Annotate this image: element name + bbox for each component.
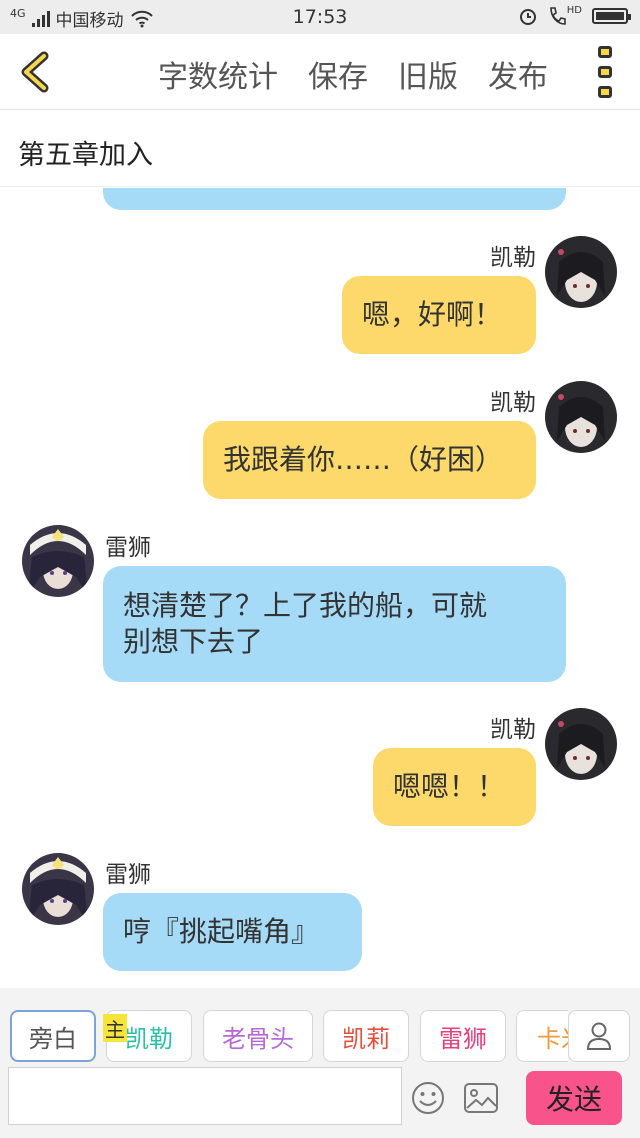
more-menu-icon[interactable] bbox=[598, 46, 614, 98]
battery-icon bbox=[592, 8, 631, 24]
editor-toolbar: 字数统计 保存 旧版 发布 bbox=[0, 34, 640, 110]
chip-label: 凯莉 bbox=[342, 1024, 390, 1053]
alarm-icon bbox=[519, 9, 536, 25]
save-button[interactable]: 保存 bbox=[308, 52, 368, 96]
message-bubble[interactable]: 嗯嗯！！ bbox=[373, 748, 536, 826]
main-character-tag: 主 bbox=[103, 1014, 127, 1042]
message-bubble-partial[interactable] bbox=[103, 188, 566, 210]
message-text: 我跟着你……（好困） bbox=[223, 443, 504, 476]
speaker-name: 凯勒 bbox=[490, 717, 536, 743]
message-text-line: 别想下去了 bbox=[123, 625, 264, 658]
phone-icon bbox=[549, 7, 566, 25]
chapter-title-bar: 第五章加入 bbox=[0, 111, 640, 187]
character-manage-button[interactable] bbox=[568, 1010, 630, 1062]
avatar-kaile[interactable] bbox=[545, 381, 617, 453]
message-bubble[interactable]: 我跟着你……（好困） bbox=[203, 421, 536, 499]
hd-badge: HD bbox=[566, 4, 582, 16]
speaker-name: 雷狮 bbox=[105, 862, 151, 888]
person-icon bbox=[586, 1022, 612, 1050]
send-button[interactable]: 发送 bbox=[526, 1071, 622, 1125]
avatar-leishi[interactable] bbox=[22, 853, 94, 925]
message-bubble[interactable]: 哼『挑起嘴角』 bbox=[103, 893, 362, 971]
speaker-name: 雷狮 bbox=[105, 535, 151, 561]
word-count-button[interactable]: 字数统计 bbox=[158, 52, 278, 96]
chip-label: 卡米 bbox=[537, 1024, 568, 1053]
message-bubble[interactable]: 想清楚了？上了我的船，可就 别想下去了 bbox=[103, 566, 566, 682]
back-icon[interactable] bbox=[14, 50, 58, 94]
message-text: 嗯，好啊！ bbox=[362, 298, 503, 331]
chip-label: 老骨头 bbox=[222, 1024, 294, 1053]
speaker-name: 凯勒 bbox=[490, 390, 536, 416]
message-text: 嗯嗯！！ bbox=[393, 770, 506, 803]
character-chip-kaili[interactable]: 凯莉 bbox=[323, 1010, 409, 1062]
status-bar: 4G 中国移动 17:53 HD bbox=[0, 0, 640, 34]
chip-label: 凯勒 bbox=[125, 1024, 173, 1053]
chat-area[interactable]: 凯勒 嗯，好啊！ 凯勒 我跟着你……（好困） 雷狮 想清楚了？上了我的船，可就 … bbox=[0, 188, 640, 988]
chip-label: 旁白 bbox=[29, 1024, 77, 1053]
avatar-kaile[interactable] bbox=[545, 236, 617, 308]
speaker-name: 凯勒 bbox=[490, 245, 536, 271]
message-bubble[interactable]: 嗯，好啊！ bbox=[342, 276, 536, 354]
avatar-kaile[interactable] bbox=[545, 708, 617, 780]
avatar-leishi[interactable] bbox=[22, 525, 94, 597]
publish-button[interactable]: 发布 bbox=[488, 52, 548, 96]
character-chip-laogutou[interactable]: 老骨头 bbox=[203, 1010, 313, 1062]
image-icon[interactable] bbox=[463, 1082, 499, 1114]
chapter-title: 第五章加入 bbox=[18, 140, 153, 171]
composer-panel: 旁白 凯勒 主 老骨头 凯莉 雷狮 卡米 发送 bbox=[0, 988, 640, 1138]
message-text-line: 想清楚了？上了我的船，可就 bbox=[123, 589, 488, 622]
chip-label: 雷狮 bbox=[439, 1024, 487, 1053]
old-version-button[interactable]: 旧版 bbox=[398, 52, 458, 96]
emoji-icon[interactable] bbox=[410, 1080, 446, 1116]
message-input[interactable] bbox=[8, 1067, 402, 1125]
character-chip-kami[interactable]: 卡米 bbox=[516, 1010, 568, 1062]
message-text: 哼『挑起嘴角』 bbox=[123, 915, 320, 948]
character-chip-leishi[interactable]: 雷狮 bbox=[420, 1010, 506, 1062]
character-chip-narration[interactable]: 旁白 bbox=[10, 1010, 96, 1062]
